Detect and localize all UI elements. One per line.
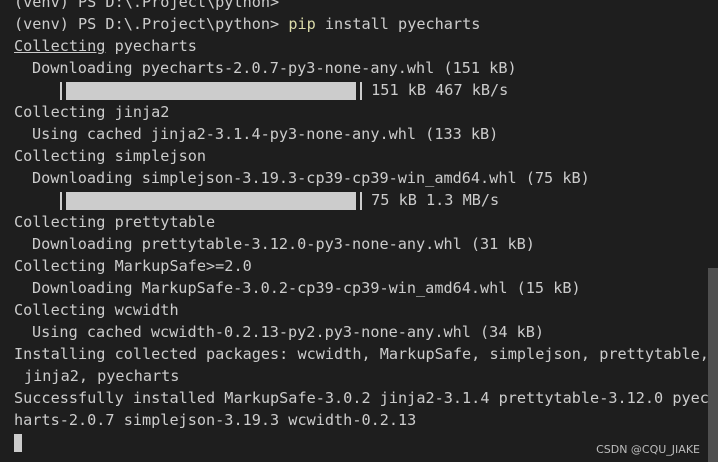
progress-bar-2 (60, 190, 362, 212)
installing-line-1: Installing collected packages: wcwidth, … (14, 345, 708, 363)
cached-jinja2-line: Using cached jinja2-3.1.4-py3-none-any.w… (32, 125, 499, 143)
progress-line-1: 151 kB 467 kB/s (14, 79, 708, 101)
prompt: (venv) PS D:\.Project\python> (14, 15, 280, 33)
collecting-markupsafe-line: Collecting MarkupSafe>=2.0 (14, 257, 252, 275)
progress-2-text: 75 kB 1.3 MB/s (371, 191, 500, 209)
text-cursor (14, 433, 22, 452)
success-line-1: Successfully installed MarkupSafe-3.0.2 … (14, 389, 708, 407)
command-pip: pip (288, 15, 316, 33)
downloading-prettytable-line: Downloading prettytable-3.12.0-py3-none-… (32, 235, 535, 253)
terminal-window[interactable]: (venv) PS D:\.Project\python> (venv) PS … (0, 0, 718, 462)
terminal-output: (venv) PS D:\.Project\python> (venv) PS … (14, 0, 708, 453)
progress-bar-1-fill (66, 82, 356, 100)
collecting-pkg: pyecharts (105, 37, 197, 55)
progress-bar-1 (60, 80, 362, 102)
progress-bar-2-fill (66, 192, 356, 210)
success-line-2: harts-2.0.7 simplejson-3.19.3 wcwidth-0.… (14, 411, 417, 429)
downloading-pyecharts-line: Downloading pyecharts-2.0.7-py3-none-any… (32, 59, 517, 77)
downloading-simplejson-line: Downloading simplejson-3.19.3-cp39-cp39-… (32, 169, 590, 187)
scrollbar-thumb[interactable] (708, 268, 718, 462)
collecting-simplejson-line: Collecting simplejson (14, 147, 207, 165)
collecting-pyecharts-line: Collecting pyecharts (14, 35, 708, 57)
progress-line-2: 75 kB 1.3 MB/s (14, 189, 708, 211)
prev-prompt-line: (venv) PS D:\.Project\python> (14, 0, 280, 11)
collecting-wcwidth-line: Collecting wcwidth (14, 301, 179, 319)
command-line: (venv) PS D:\.Project\python> pip instal… (14, 13, 708, 35)
progress-1-text: 151 kB 467 kB/s (371, 81, 509, 99)
collecting-jinja2-line: Collecting jinja2 (14, 103, 170, 121)
watermark: CSDN @CQU_JIAKE (596, 443, 700, 456)
cached-wcwidth-line: Using cached wcwidth-0.2.13-py2.py3-none… (32, 323, 545, 341)
downloading-markupsafe-line: Downloading MarkupSafe-3.0.2-cp39-cp39-w… (32, 279, 581, 297)
collecting-word: Collecting (14, 37, 106, 55)
collecting-prettytable-line: Collecting prettytable (14, 213, 216, 231)
installing-line-2: jinja2, pyecharts (24, 367, 180, 385)
command-args: install pyecharts (315, 15, 481, 33)
